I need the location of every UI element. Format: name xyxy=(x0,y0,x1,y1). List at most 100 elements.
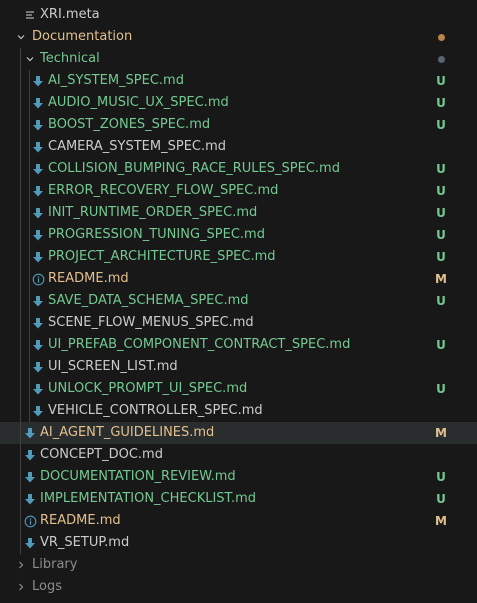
indent-guide xyxy=(20,48,21,70)
download-arrow-icon xyxy=(22,466,38,488)
folder-label: Logs xyxy=(32,579,62,594)
tree-item-label: README.md xyxy=(48,271,129,286)
modified-dot-indicator xyxy=(438,34,445,41)
download-arrow-icon xyxy=(30,180,46,202)
indent-guide xyxy=(20,246,21,268)
tree-item-file[interactable]: UI_SCREEN_LIST.md xyxy=(0,356,477,378)
indent-guide xyxy=(20,268,21,290)
folder-label: Technical xyxy=(40,51,100,66)
tree-item-label: AUDIO_MUSIC_UX_SPEC.md xyxy=(48,95,229,110)
tree-item-file[interactable]: INIT_RUNTIME_ORDER_SPEC.md U xyxy=(0,202,477,224)
indent-guide xyxy=(20,532,21,554)
tree-item-label: README.md xyxy=(40,513,121,528)
tree-item-xri-meta[interactable]: XRI.meta xyxy=(0,4,477,26)
tree-folder-logs[interactable]: Logs xyxy=(0,576,477,598)
tree-item-label: AI_SYSTEM_SPEC.md xyxy=(48,73,184,88)
download-arrow-icon xyxy=(30,400,46,422)
info-icon xyxy=(22,510,38,532)
indent-guide xyxy=(20,158,21,180)
untracked-dot-indicator xyxy=(438,56,445,63)
tree-item-file[interactable]: DOCUMENTATION_REVIEW.md U xyxy=(0,466,477,488)
download-arrow-icon xyxy=(30,114,46,136)
tree-item-file[interactable]: CONCEPT_DOC.md xyxy=(0,444,477,466)
indent-guide xyxy=(20,92,21,114)
chevron-right-icon xyxy=(13,554,29,576)
tree-item-file[interactable]: AI_AGENT_GUIDELINES.md M xyxy=(0,422,477,444)
download-arrow-icon xyxy=(30,92,46,114)
git-status-badge: U xyxy=(436,382,446,396)
tree-item-file[interactable]: ERROR_RECOVERY_FLOW_SPEC.md U xyxy=(0,180,477,202)
indent-guide xyxy=(20,488,21,510)
download-arrow-icon xyxy=(22,422,38,444)
download-arrow-icon xyxy=(30,312,46,334)
tree-item-file[interactable]: VR_SETUP.md xyxy=(0,532,477,554)
tree-item-file[interactable]: BOOST_ZONES_SPEC.md U xyxy=(0,114,477,136)
tree-item-file[interactable]: README.md M xyxy=(0,268,477,290)
download-arrow-icon xyxy=(30,70,46,92)
tree-item-label: COLLISION_BUMPING_RACE_RULES_SPEC.md xyxy=(48,161,340,176)
tree-item-file[interactable]: README.md M xyxy=(0,510,477,532)
tree-folder-library[interactable]: Library xyxy=(0,554,477,576)
indent-guide xyxy=(20,202,21,224)
download-arrow-icon xyxy=(30,158,46,180)
git-status-badge: U xyxy=(436,294,446,308)
folder-label: Documentation xyxy=(32,29,133,44)
tree-item-file[interactable]: VEHICLE_CONTROLLER_SPEC.md xyxy=(0,400,477,422)
tree-item-file[interactable]: PROJECT_ARCHITECTURE_SPEC.md U xyxy=(0,246,477,268)
tree-item-label: PROJECT_ARCHITECTURE_SPEC.md xyxy=(48,249,276,264)
tree-item-file[interactable]: IMPLEMENTATION_CHECKLIST.md U xyxy=(0,488,477,510)
download-arrow-icon xyxy=(22,444,38,466)
tree-item-label: CONCEPT_DOC.md xyxy=(40,447,163,462)
indent-guide xyxy=(20,334,21,356)
indent-guide xyxy=(20,114,21,136)
git-status-badge: U xyxy=(436,250,446,264)
file-explorer-tree: XRI.meta Documentation Technical AI_SYST… xyxy=(0,4,477,598)
git-status-badge: U xyxy=(436,492,446,506)
indent-guide xyxy=(20,378,21,400)
indent-guide xyxy=(20,356,21,378)
download-arrow-icon xyxy=(22,532,38,554)
tree-item-file[interactable]: SAVE_DATA_SCHEMA_SPEC.md U xyxy=(0,290,477,312)
tree-item-file[interactable]: AI_SYSTEM_SPEC.md U xyxy=(0,70,477,92)
tree-folder-technical[interactable]: Technical xyxy=(0,48,477,70)
download-arrow-icon xyxy=(30,290,46,312)
tree-item-file[interactable]: PROGRESSION_TUNING_SPEC.md U xyxy=(0,224,477,246)
indent-guide xyxy=(20,290,21,312)
download-arrow-icon xyxy=(30,356,46,378)
indent-guide xyxy=(20,422,21,444)
folder-label: Library xyxy=(32,557,78,572)
tree-item-label: UI_PREFAB_COMPONENT_CONTRACT_SPEC.md xyxy=(48,337,351,352)
chevron-right-icon xyxy=(13,576,29,598)
git-status-badge: U xyxy=(436,184,446,198)
tree-item-label: VR_SETUP.md xyxy=(40,535,130,550)
tree-folder-documentation[interactable]: Documentation xyxy=(0,26,477,48)
git-status-badge: U xyxy=(436,74,446,88)
tree-item-file[interactable]: UNLOCK_PROMPT_UI_SPEC.md U xyxy=(0,378,477,400)
lines-icon xyxy=(22,4,38,26)
tree-item-file[interactable]: COLLISION_BUMPING_RACE_RULES_SPEC.md U xyxy=(0,158,477,180)
tree-item-label: XRI.meta xyxy=(40,7,100,22)
tree-item-file[interactable]: SCENE_FLOW_MENUS_SPEC.md xyxy=(0,312,477,334)
git-status-badge: U xyxy=(436,228,446,242)
download-arrow-icon xyxy=(30,246,46,268)
download-arrow-icon xyxy=(30,136,46,158)
download-arrow-icon xyxy=(30,334,46,356)
tree-item-label: INIT_RUNTIME_ORDER_SPEC.md xyxy=(48,205,258,220)
indent-guide xyxy=(20,444,21,466)
tree-item-label: IMPLEMENTATION_CHECKLIST.md xyxy=(40,491,256,506)
tree-item-file[interactable]: AUDIO_MUSIC_UX_SPEC.md U xyxy=(0,92,477,114)
tree-item-label: AI_AGENT_GUIDELINES.md xyxy=(40,425,215,440)
tree-item-label: UNLOCK_PROMPT_UI_SPEC.md xyxy=(48,381,248,396)
tree-item-file[interactable]: UI_PREFAB_COMPONENT_CONTRACT_SPEC.md U xyxy=(0,334,477,356)
technical-file-list: AI_SYSTEM_SPEC.md U AUDIO_MUSIC_UX_SPEC.md… xyxy=(0,70,477,422)
tree-item-label: CAMERA_SYSTEM_SPEC.md xyxy=(48,139,227,154)
download-arrow-icon xyxy=(30,202,46,224)
info-icon xyxy=(30,268,46,290)
tree-item-file[interactable]: CAMERA_SYSTEM_SPEC.md xyxy=(0,136,477,158)
tree-item-label: DOCUMENTATION_REVIEW.md xyxy=(40,469,236,484)
indent-guide xyxy=(20,180,21,202)
git-status-badge: U xyxy=(436,96,446,110)
download-arrow-icon xyxy=(30,224,46,246)
git-status-badge: U xyxy=(436,470,446,484)
chevron-down-icon xyxy=(13,26,29,48)
